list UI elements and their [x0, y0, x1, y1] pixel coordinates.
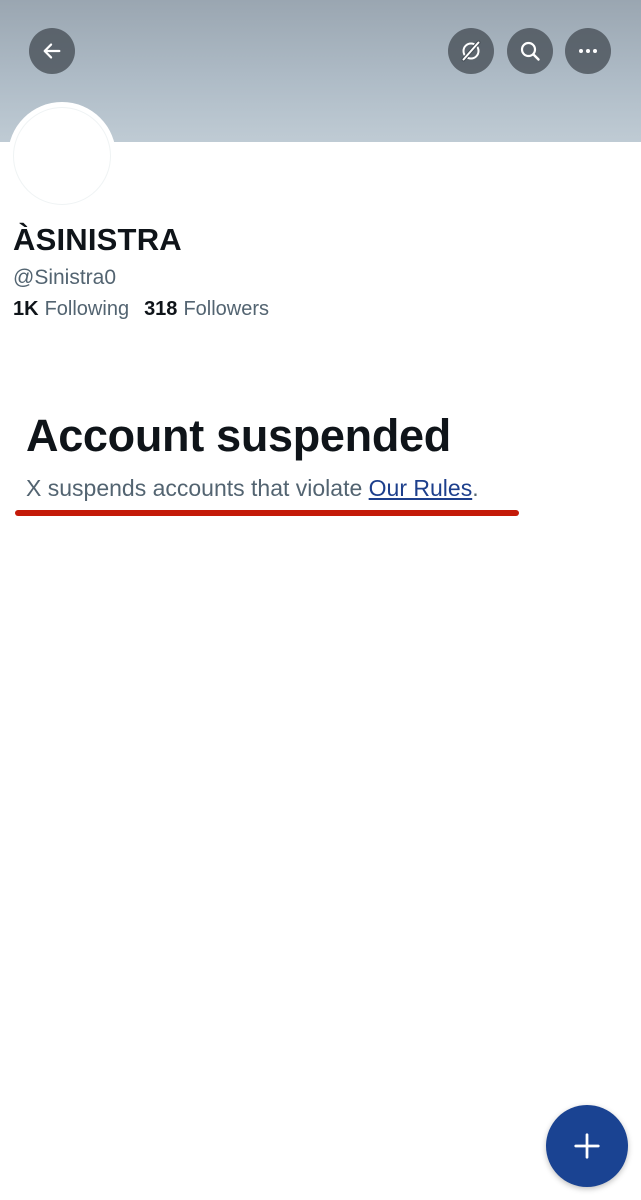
suspension-message-suffix: .	[472, 475, 479, 501]
suspension-title: Account suspended	[26, 410, 451, 461]
back-button[interactable]	[29, 28, 75, 74]
search-button[interactable]	[507, 28, 553, 74]
red-annotation-underline	[15, 510, 519, 516]
arrow-left-icon	[43, 43, 61, 59]
our-rules-link[interactable]: Our Rules	[369, 475, 473, 501]
compose-fab[interactable]	[546, 1105, 628, 1187]
suspension-message: X suspends accounts that violate Our Rul…	[26, 475, 479, 502]
more-horizontal-icon	[579, 49, 597, 53]
avatar[interactable]	[13, 107, 111, 205]
following-stat[interactable]: 1K Following	[13, 298, 129, 321]
plus-icon	[574, 1133, 600, 1159]
display-name: ÀSINISTRA	[13, 222, 182, 257]
followers-label: Followers	[183, 298, 270, 320]
followers-stat[interactable]: 318 Followers	[144, 298, 269, 321]
search-icon	[520, 41, 540, 61]
followers-count: 318	[144, 298, 178, 320]
avatar-container	[8, 102, 116, 210]
grok-button[interactable]	[448, 28, 494, 74]
profile-stats: 1K Following 318 Followers	[13, 298, 269, 321]
more-button[interactable]	[565, 28, 611, 74]
following-label: Following	[44, 298, 130, 320]
grok-icon	[461, 40, 481, 62]
username-handle: @Sinistra0	[13, 266, 117, 289]
following-count: 1K	[13, 298, 39, 320]
suspension-message-prefix: X suspends accounts that violate	[26, 475, 369, 501]
